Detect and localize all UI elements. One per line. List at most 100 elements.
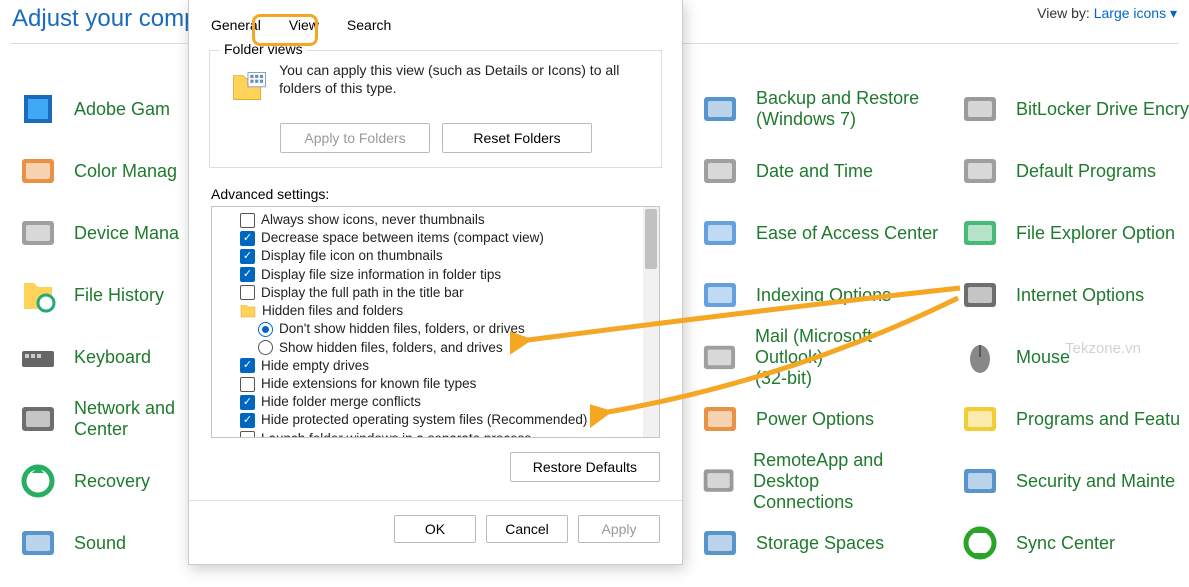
setting-label: Display file icon on thumbnails <box>261 247 443 265</box>
setting-row[interactable]: Hide folder merge conflicts <box>218 393 653 411</box>
cpl-item[interactable]: Indexing Options <box>700 264 940 326</box>
setting-row[interactable]: Always show icons, never thumbnails <box>218 211 653 229</box>
cpl-icon <box>960 151 1000 191</box>
setting-row[interactable]: Display file icon on thumbnails <box>218 247 653 265</box>
ok-button[interactable]: OK <box>394 515 476 543</box>
radio[interactable] <box>258 340 273 355</box>
cpl-icon <box>960 337 1000 377</box>
cpl-label: Indexing Options <box>756 285 891 306</box>
cpl-icon <box>960 399 1000 439</box>
setting-row[interactable]: Hide empty drives <box>218 357 653 375</box>
cpl-item[interactable]: Default Programs <box>960 140 1189 202</box>
cpl-label: Recovery <box>74 471 150 492</box>
tab-search[interactable]: Search <box>333 10 405 40</box>
cpl-icon <box>18 523 58 563</box>
cpl-label: Date and Time <box>756 161 873 182</box>
advanced-settings-label: Advanced settings: <box>211 186 682 202</box>
watermark: Tekzone.vn <box>1065 340 1141 357</box>
cpl-icon <box>700 399 740 439</box>
cpl-item[interactable]: Programs and Featu <box>960 388 1189 450</box>
cpl-item[interactable]: Internet Options <box>960 264 1189 326</box>
checkbox[interactable] <box>240 358 255 373</box>
cancel-button[interactable]: Cancel <box>486 515 568 543</box>
cpl-label: File History <box>74 285 164 306</box>
cpl-label: RemoteApp and DesktopConnections <box>753 450 940 513</box>
cpl-item[interactable]: Backup and Restore(Windows 7) <box>700 78 940 140</box>
cpl-icon <box>18 399 58 439</box>
checkbox[interactable] <box>240 413 255 428</box>
cpl-item[interactable]: Storage Spaces <box>700 512 940 574</box>
cpl-icon <box>960 523 1000 563</box>
setting-row[interactable]: Display the full path in the title bar <box>218 284 653 302</box>
cpl-label: Programs and Featu <box>1016 409 1180 430</box>
cpl-item[interactable]: RemoteApp and DesktopConnections <box>700 450 940 512</box>
folder-icon <box>240 305 256 318</box>
setting-label: Decrease space between items (compact vi… <box>261 229 544 247</box>
cpl-item[interactable]: Power Options <box>700 388 940 450</box>
apply-button[interactable]: Apply <box>578 515 660 543</box>
setting-label: Launch folder windows in a separate proc… <box>261 430 531 438</box>
cpl-label: Power Options <box>756 409 874 430</box>
setting-row[interactable]: Decrease space between items (compact vi… <box>218 229 653 247</box>
cpl-icon <box>700 89 740 129</box>
setting-row[interactable]: Launch folder windows in a separate proc… <box>218 430 653 438</box>
radio[interactable] <box>258 322 273 337</box>
cpl-item[interactable]: Ease of Access Center <box>700 202 940 264</box>
cpl-label: Mail (Microsoft Outlook)(32-bit) <box>755 326 940 389</box>
checkbox[interactable] <box>240 377 255 392</box>
scrollbar[interactable] <box>643 207 659 437</box>
checkbox[interactable] <box>240 395 255 410</box>
cpl-item[interactable]: File Explorer Option <box>960 202 1189 264</box>
cpl-icon <box>700 461 737 501</box>
cpl-item[interactable]: Security and Mainte <box>960 450 1189 512</box>
cpl-item[interactable]: Date and Time <box>700 140 940 202</box>
advanced-settings-list: Always show icons, never thumbnailsDecre… <box>211 206 660 438</box>
apply-to-folders-button[interactable]: Apply to Folders <box>280 123 430 153</box>
cpl-label: Adobe Gam <box>74 99 170 120</box>
cpl-label: Ease of Access Center <box>756 223 938 244</box>
cpl-label: Security and Mainte <box>1016 471 1175 492</box>
cpl-icon <box>18 461 58 501</box>
setting-row[interactable]: Hide extensions for known file types <box>218 375 653 393</box>
checkbox[interactable] <box>240 285 255 300</box>
cpl-icon <box>700 523 740 563</box>
view-by: View by: Large icons ▾ <box>1037 5 1177 22</box>
setting-row[interactable]: Display file size information in folder … <box>218 266 653 284</box>
cpl-item[interactable]: Mouse <box>960 326 1189 388</box>
cpl-item[interactable]: Sync Center <box>960 512 1189 574</box>
setting-label: Hide empty drives <box>261 357 369 375</box>
setting-label: Always show icons, never thumbnails <box>261 211 485 229</box>
cpl-icon <box>700 337 739 377</box>
cpl-icon <box>960 461 1000 501</box>
setting-row[interactable]: Hidden files and folders <box>218 302 653 320</box>
checkbox[interactable] <box>240 249 255 264</box>
setting-label: Display file size information in folder … <box>261 266 501 284</box>
cpl-icon <box>18 275 58 315</box>
cpl-icon <box>960 213 1000 253</box>
setting-row[interactable]: Hide protected operating system files (R… <box>218 411 653 429</box>
setting-label: Don't show hidden files, folders, or dri… <box>279 320 525 338</box>
cpl-label: File Explorer Option <box>1016 223 1175 244</box>
view-by-dropdown[interactable]: Large icons ▾ <box>1094 5 1177 21</box>
checkbox[interactable] <box>240 231 255 246</box>
cpl-label: Color Manag <box>74 161 177 182</box>
setting-label: Hide folder merge conflicts <box>261 393 421 411</box>
cpl-item[interactable]: Mail (Microsoft Outlook)(32-bit) <box>700 326 940 388</box>
cpl-label: Storage Spaces <box>756 533 884 554</box>
checkbox[interactable] <box>240 267 255 282</box>
cpl-label: Keyboard <box>74 347 151 368</box>
cpl-icon <box>18 337 58 377</box>
cpl-label: Mouse <box>1016 347 1070 368</box>
checkbox[interactable] <box>240 213 255 228</box>
setting-label: Hidden files and folders <box>262 302 403 320</box>
checkbox[interactable] <box>240 431 255 438</box>
setting-label: Hide extensions for known file types <box>261 375 476 393</box>
restore-defaults-button[interactable]: Restore Defaults <box>510 452 660 482</box>
cpl-label: Sync Center <box>1016 533 1115 554</box>
setting-row[interactable]: Don't show hidden files, folders, or dri… <box>218 320 653 338</box>
cpl-item[interactable]: BitLocker Drive Encry <box>960 78 1189 140</box>
cpl-label: Network andCenter <box>74 398 175 440</box>
setting-row[interactable]: Show hidden files, folders, and drives <box>218 339 653 357</box>
reset-folders-button[interactable]: Reset Folders <box>442 123 592 153</box>
cpl-label: Default Programs <box>1016 161 1156 182</box>
